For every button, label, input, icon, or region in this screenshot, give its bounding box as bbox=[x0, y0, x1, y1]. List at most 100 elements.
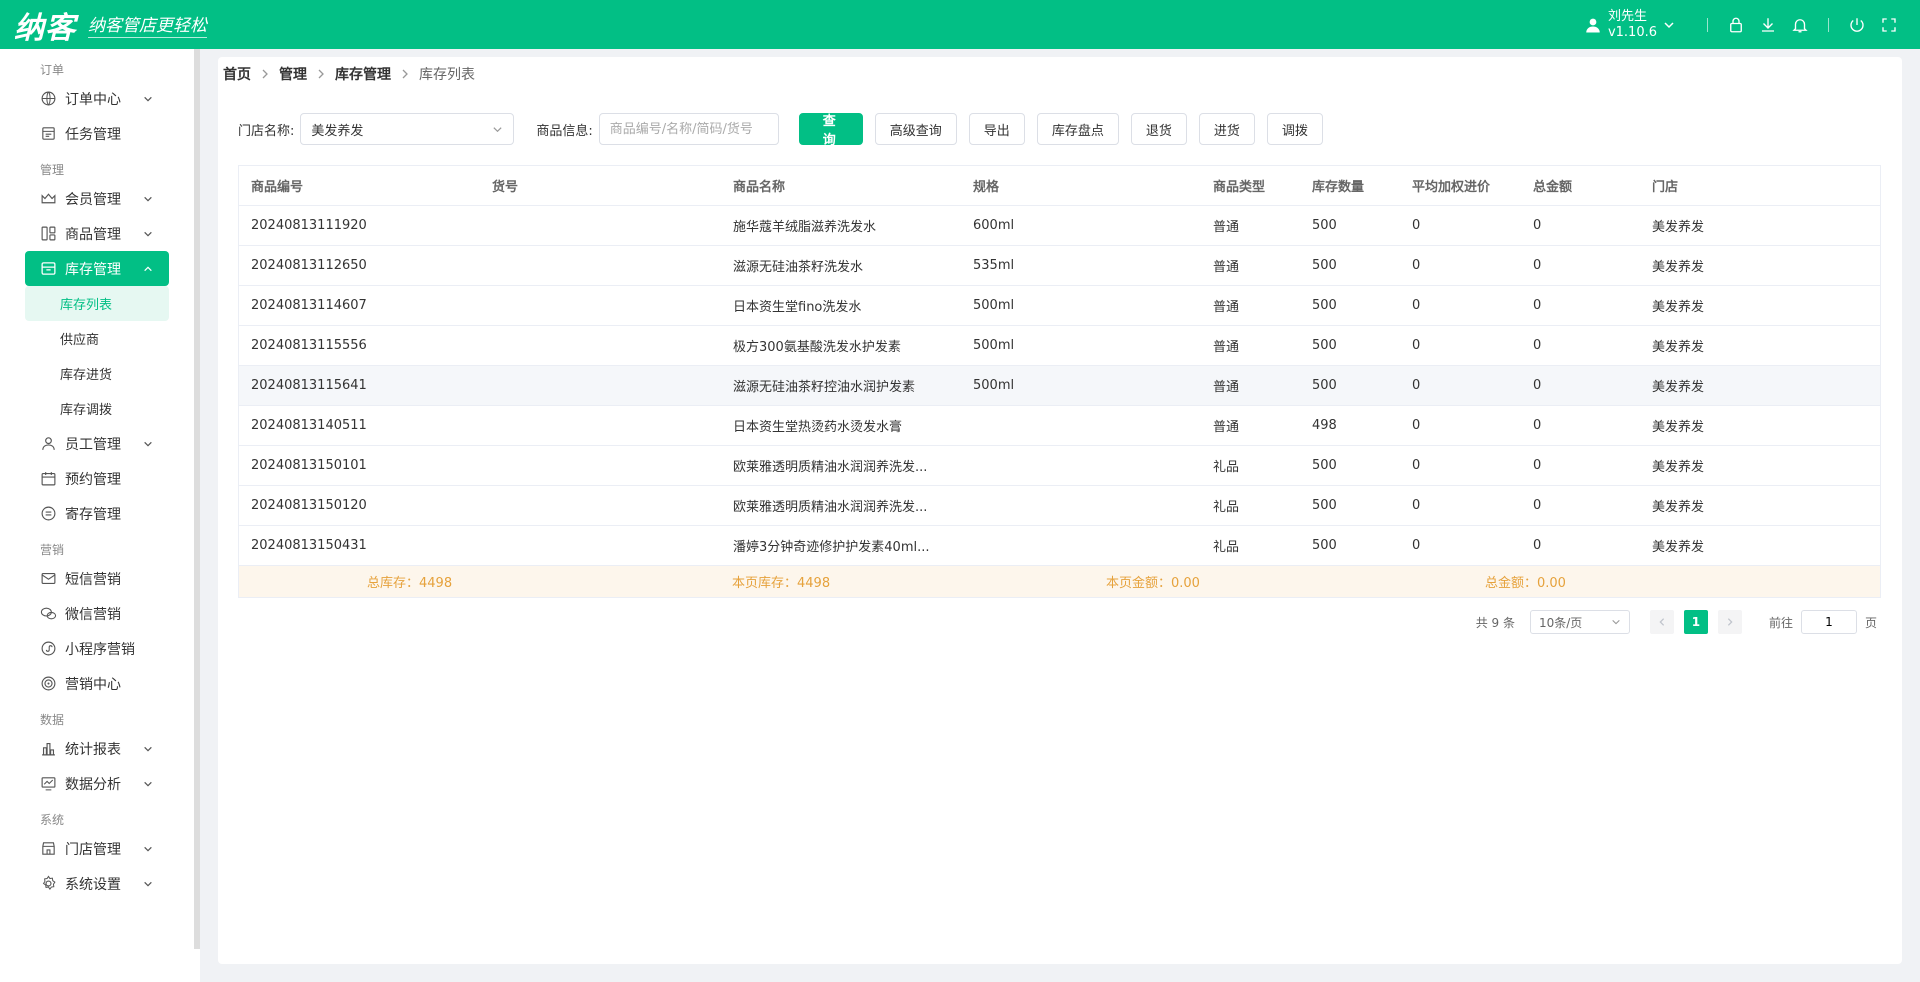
export-button[interactable]: 导出 bbox=[968, 113, 1025, 145]
table-header: 商品编号 货号 商品名称 规格 商品类型 库存数量 平均加权进价 总金额 门店 bbox=[239, 166, 1880, 206]
sidebar-subitem[interactable]: 库存列表 bbox=[25, 286, 169, 321]
table-row[interactable]: 20240813150431 潘婷3分钟奇迹修护护发素40ml... 礼品 500 0 0… bbox=[239, 526, 1880, 566]
table-cell: 0 bbox=[1533, 498, 1542, 513]
table-cell: 500ml bbox=[973, 378, 1015, 393]
summary-page-amount: 本页金额：0.00 bbox=[1106, 576, 1200, 591]
sidebar-item[interactable]: 任务管理 bbox=[0, 116, 195, 151]
breadcrumb-item[interactable]: 首页 bbox=[223, 64, 251, 84]
power-icon[interactable] bbox=[1848, 16, 1866, 34]
stocktake-button[interactable]: 库存盘点 bbox=[1036, 113, 1119, 145]
sidebar-item[interactable]: 门店管理 bbox=[0, 831, 195, 866]
column-header: 平均加权进价 bbox=[1412, 180, 1491, 195]
table-row[interactable]: 20240813150120 欧莱雅透明质精油水润润养洗发... 礼品 500 0 0 美发… bbox=[239, 486, 1880, 526]
transfer-button[interactable]: 调拨 bbox=[1266, 113, 1323, 145]
table-cell: 0 bbox=[1412, 298, 1421, 313]
table-cell: 20240813150431 bbox=[251, 538, 367, 553]
logo-slogan: 纳客管店更轻松 bbox=[88, 11, 207, 38]
prev-page-button[interactable] bbox=[1649, 610, 1674, 634]
advanced-search-button[interactable]: 高级查询 bbox=[874, 113, 957, 145]
next-page-button[interactable] bbox=[1717, 610, 1742, 634]
chevron-left-icon bbox=[1659, 618, 1665, 626]
sidebar-scrollbar[interactable] bbox=[194, 49, 200, 949]
table-cell: 滋源无硅油茶籽控油水润护发素 bbox=[733, 380, 916, 395]
table-cell: 500 bbox=[1312, 298, 1337, 313]
sidebar-item[interactable]: 商品管理 bbox=[0, 216, 195, 251]
sidebar-item-label: 数据分析 bbox=[65, 776, 121, 793]
table-row[interactable]: 20240813115641 滋源无硅油茶籽控油水润护发素 500ml 普通 500 0 0… bbox=[239, 366, 1880, 406]
search-button[interactable]: 查 询 bbox=[798, 113, 863, 148]
table-cell: 0 bbox=[1533, 418, 1542, 433]
sidebar-subitem[interactable]: 供应商 bbox=[0, 321, 195, 356]
fullscreen-icon[interactable] bbox=[1880, 16, 1898, 34]
table-cell: 日本资生堂fino洗发水 bbox=[733, 300, 862, 315]
table-cell: 0 bbox=[1533, 538, 1542, 553]
sidebar-item-label: 订单中心 bbox=[65, 91, 121, 108]
purchase-button[interactable]: 进货 bbox=[1198, 113, 1255, 145]
header-divider bbox=[1707, 17, 1708, 32]
product-search-input[interactable] bbox=[598, 113, 779, 145]
page-size-value: 10条/页 bbox=[1538, 615, 1583, 630]
sidebar-item[interactable]: 统计报表 bbox=[0, 731, 195, 766]
store-select[interactable]: 美发养发 bbox=[300, 113, 515, 145]
sidebar-item[interactable]: 数据分析 bbox=[0, 766, 195, 801]
table-row[interactable]: 20240813111920 施华蔻羊绒脂滋养洗发水 600ml 普通 500 0 0 美发养… bbox=[239, 206, 1880, 246]
chevron-down-icon bbox=[144, 441, 152, 447]
breadcrumb-separator-icon bbox=[317, 69, 325, 79]
table-cell: 美发养发 bbox=[1652, 260, 1705, 275]
sidebar-item[interactable]: 营销中心 bbox=[0, 666, 195, 701]
breadcrumb-item[interactable]: 库存管理 bbox=[335, 64, 391, 84]
sidebar-item[interactable]: 库存管理 bbox=[25, 251, 169, 286]
sidebar-item[interactable]: 寄存管理 bbox=[0, 496, 195, 531]
chevron-down-icon bbox=[144, 196, 152, 202]
chevron-right-icon bbox=[1727, 618, 1733, 626]
page-number-button[interactable]: 1 bbox=[1683, 610, 1708, 634]
sidebar-item[interactable]: 微信营销 bbox=[0, 596, 195, 631]
sidebar-item[interactable]: 预约管理 bbox=[0, 461, 195, 496]
sidebar-item-label: 短信营销 bbox=[65, 571, 121, 588]
lock-icon[interactable] bbox=[1727, 16, 1745, 34]
sidebar-subitem[interactable]: 库存调拨 bbox=[0, 391, 195, 426]
logo[interactable]: 纳客 纳客管店更轻松 bbox=[14, 3, 207, 47]
sidebar-subitem[interactable]: 库存进货 bbox=[0, 356, 195, 391]
table-cell: 498 bbox=[1312, 418, 1337, 433]
download-icon[interactable] bbox=[1759, 16, 1777, 34]
chevron-down-icon bbox=[493, 127, 502, 133]
sidebar-item-label: 员工管理 bbox=[65, 436, 121, 453]
calendar-icon bbox=[40, 470, 57, 487]
table-cell: 500 bbox=[1312, 258, 1337, 273]
column-header: 总金额 bbox=[1533, 180, 1573, 195]
table-row[interactable]: 20240813114607 日本资生堂fino洗发水 500ml 普通 500 0 0 美发… bbox=[239, 286, 1880, 326]
table-row[interactable]: 20240813150101 欧莱雅透明质精油水润润养洗发... 礼品 500 0 0 美发… bbox=[239, 446, 1880, 486]
table-cell: 0 bbox=[1412, 258, 1421, 273]
chevron-up-icon bbox=[144, 265, 152, 271]
table-row[interactable]: 20240813140511 日本资生堂热烫药水烫发水膏 普通 498 0 0 美发养发 bbox=[239, 406, 1880, 446]
table-cell: 潘婷3分钟奇迹修护护发素40ml... bbox=[733, 540, 930, 555]
sidebar-item[interactable]: 订单中心 bbox=[0, 81, 195, 116]
user-menu[interactable]: 刘先生 v1.10.6 bbox=[1584, 9, 1675, 41]
app-version: v1.10.6 bbox=[1607, 24, 1657, 40]
sidebar-item[interactable]: 短信营销 bbox=[0, 561, 195, 596]
sidebar-item-label: 营销中心 bbox=[65, 676, 121, 693]
summary-total-stock: 总库存：4498 bbox=[367, 576, 453, 591]
table-cell: 美发养发 bbox=[1652, 540, 1705, 555]
sidebar-item[interactable]: 会员管理 bbox=[0, 181, 195, 216]
product-icon bbox=[40, 225, 57, 242]
inventory-table: 商品编号 货号 商品名称 规格 商品类型 库存数量 平均加权进价 总金额 门店 20240813… bbox=[238, 165, 1881, 598]
sidebar-group-title: 营销 bbox=[40, 543, 65, 557]
sidebar-item[interactable]: 员工管理 bbox=[0, 426, 195, 461]
table-row[interactable]: 20240813115556 极方300氨基酸洗发水护发素 500ml 普通 500 0 0… bbox=[239, 326, 1880, 366]
return-button[interactable]: 退货 bbox=[1130, 113, 1187, 145]
page-size-select[interactable]: 10条/页 bbox=[1529, 610, 1630, 634]
goto-page-input[interactable] bbox=[1800, 610, 1857, 634]
bell-icon[interactable] bbox=[1791, 16, 1809, 34]
table-cell: 美发养发 bbox=[1652, 500, 1705, 515]
table-row[interactable]: 20240813112650 滋源无硅油茶籽洗发水 535ml 普通 500 0 0 美发养发 bbox=[239, 246, 1880, 286]
breadcrumb-item[interactable]: 管理 bbox=[279, 64, 307, 84]
sidebar-item[interactable]: 小程序营销 bbox=[0, 631, 195, 666]
table-cell: 0 bbox=[1533, 378, 1542, 393]
sidebar-item[interactable]: 系统设置 bbox=[0, 866, 195, 901]
table-cell: 滋源无硅油茶籽洗发水 bbox=[733, 260, 864, 275]
sidebar-item-label: 门店管理 bbox=[65, 841, 121, 858]
page-suffix: 页 bbox=[1864, 615, 1877, 630]
store-icon bbox=[40, 260, 57, 277]
